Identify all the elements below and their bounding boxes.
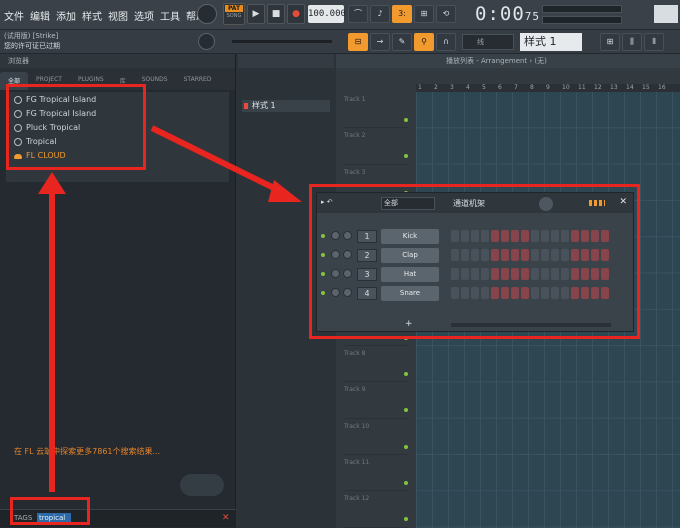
pattern-song-toggle[interactable]: PAT SONG xyxy=(223,3,245,25)
time-fraction: 75 xyxy=(524,10,541,23)
main-menu: 文件 编辑 添加 样式 视图 选项 工具 帮助 xyxy=(4,8,206,23)
memory-meter xyxy=(542,16,622,24)
hint-line-1: (试用版) [Strike] xyxy=(4,32,59,40)
track-header[interactable]: Track 2 xyxy=(344,128,408,165)
song-time-display: 0:0075 xyxy=(475,3,540,25)
track-name: Track 1 xyxy=(344,96,366,103)
time-main: 0:00 xyxy=(475,3,525,25)
ruler-tick: 10 xyxy=(562,84,570,91)
close-icon[interactable]: ✕ xyxy=(222,513,230,523)
pitch-knob[interactable] xyxy=(198,33,215,50)
track-header[interactable]: Track 1 xyxy=(344,92,408,129)
master-volume-knob[interactable] xyxy=(197,4,217,24)
menu-edit[interactable]: 编辑 xyxy=(30,8,50,23)
cloud-icon xyxy=(180,474,224,496)
track-led-icon[interactable] xyxy=(404,517,408,522)
pattern-selector[interactable]: 样式 1 xyxy=(520,33,582,51)
track-led-icon[interactable] xyxy=(404,154,408,159)
link-tool-icon[interactable]: ⚲ xyxy=(414,33,434,51)
track-name: Track 12 xyxy=(344,495,370,503)
menu-add[interactable]: 添加 xyxy=(56,8,76,23)
track-header[interactable]: Track 10 xyxy=(344,419,408,455)
playlist-title: 播放列表 - Arrangement › (无) xyxy=(336,54,680,68)
playlist-snap-icon[interactable]: ⊟ xyxy=(348,33,368,51)
timeline-ruler[interactable]: 1 2 3 4 5 6 7 8 9 10 11 12 13 14 15 16 xyxy=(416,84,680,92)
play-button[interactable]: ▶ xyxy=(247,4,265,24)
ruler-tick: 12 xyxy=(594,84,602,91)
annotation-box-results xyxy=(6,84,146,170)
annotation-box-rack xyxy=(309,184,640,339)
track-header[interactable]: Track 8 xyxy=(344,346,408,383)
menu-options[interactable]: 选项 xyxy=(134,8,154,23)
track-name: Track 9 xyxy=(344,386,366,394)
snap-field[interactable]: 线 xyxy=(462,34,514,50)
track-led-icon[interactable] xyxy=(404,118,408,122)
blend-notes-icon[interactable]: ⊞ xyxy=(414,5,434,23)
ruler-tick: 15 xyxy=(642,84,650,91)
plus-pattern-icon[interactable]: ⊞ xyxy=(600,33,620,51)
pattern-picker-header xyxy=(238,54,334,68)
ruler-tick: 5 xyxy=(482,84,486,91)
menu-file[interactable]: 文件 xyxy=(4,8,24,23)
menu-patterns[interactable]: 样式 xyxy=(82,8,102,23)
tab-starred[interactable]: STARRED xyxy=(176,72,220,90)
secondary-toolbar: (试用版) [Strike] 您的许可证已过期 ⊟ → ✎ ⚲ ∩ 线 样式 1… xyxy=(0,30,680,54)
ruler-tick: 2 xyxy=(434,84,438,91)
loop-record-icon[interactable]: ⟲ xyxy=(436,5,456,23)
ruler-tick: 4 xyxy=(466,84,470,91)
ruler-tick: 1 xyxy=(418,84,422,91)
song-label: SONG xyxy=(226,13,242,19)
menu-tools[interactable]: 工具 xyxy=(160,8,180,23)
channel-rack-icon[interactable]: ⫴ xyxy=(644,33,664,51)
ruler-tick: 9 xyxy=(546,84,550,91)
track-header[interactable]: Track 12 xyxy=(344,491,408,528)
track-led-icon[interactable] xyxy=(404,408,408,413)
track-name: Track 3 xyxy=(344,168,366,176)
track-name: Track 8 xyxy=(344,350,366,358)
track-name: Track 2 xyxy=(344,132,366,140)
track-led-icon[interactable] xyxy=(404,444,408,449)
countdown-icon[interactable]: 3: xyxy=(392,5,412,23)
pat-label: PAT xyxy=(225,5,243,12)
ruler-tick: 3 xyxy=(450,84,454,91)
annotation-box-tags xyxy=(10,497,90,525)
ruler-tick: 14 xyxy=(626,84,634,91)
metronome-icon[interactable]: ⌒ xyxy=(348,5,368,23)
master-pitch-slider[interactable] xyxy=(232,40,332,43)
hint-panel-icon xyxy=(654,5,678,23)
ruler-tick: 8 xyxy=(530,84,534,91)
ruler-tick: 13 xyxy=(610,84,618,91)
track-header[interactable]: Track 11 xyxy=(344,455,408,492)
track-name: Track 10 xyxy=(344,422,370,430)
ruler-tick: 11 xyxy=(578,84,586,91)
top-toolbar: 文件 编辑 添加 样式 视图 选项 工具 帮助 PAT SONG ▶ ■ ● 1… xyxy=(0,0,680,30)
wait-input-icon[interactable]: ♪ xyxy=(370,5,390,23)
pattern-item[interactable]: 样式 1 xyxy=(242,100,330,112)
track-led-icon[interactable] xyxy=(404,372,408,377)
magnet-icon[interactable]: ∩ xyxy=(436,33,456,51)
cpu-meter xyxy=(542,5,622,13)
stop-button[interactable]: ■ xyxy=(267,4,285,24)
ruler-tick: 6 xyxy=(498,84,502,91)
cloud-more-link[interactable]: 在 FL 云端中探索更多7861个搜索结果... xyxy=(14,446,160,457)
arrow-tool-icon[interactable]: → xyxy=(370,33,390,51)
mixer-icon[interactable]: ⫼ xyxy=(622,33,642,51)
track-name: Track 11 xyxy=(344,458,370,466)
track-header[interactable]: Track 9 xyxy=(344,382,408,419)
ruler-tick: 7 xyxy=(514,84,518,91)
track-led-icon[interactable] xyxy=(404,480,408,485)
ruler-tick: 16 xyxy=(658,84,666,91)
record-button[interactable]: ● xyxy=(287,4,305,24)
hint-line-2: 您的许可证已过期 xyxy=(4,42,60,50)
browser-title: 浏览器 xyxy=(0,54,235,68)
tempo-display[interactable]: 100.000 xyxy=(308,5,346,23)
pencil-tool-icon[interactable]: ✎ xyxy=(392,33,412,51)
menu-view[interactable]: 视图 xyxy=(108,8,128,23)
